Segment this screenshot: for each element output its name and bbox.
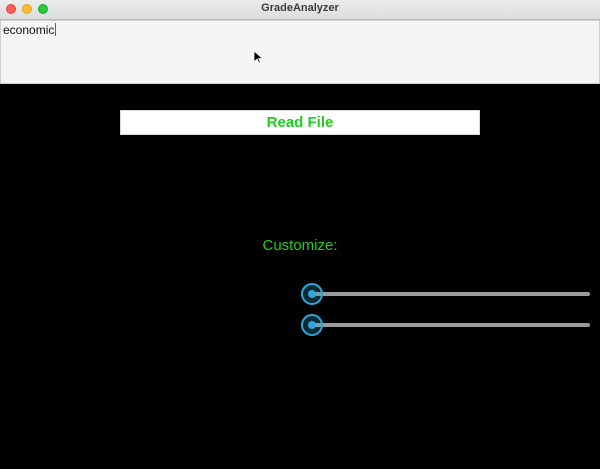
slider-1-track[interactable] [312, 292, 590, 296]
title-bar: GradeAnalyzer [0, 0, 600, 20]
text-input-value: economic [3, 23, 57, 37]
mouse-pointer-icon [253, 50, 264, 64]
text-input-area[interactable]: economic [0, 20, 600, 84]
read-file-button[interactable]: Read File [120, 110, 480, 135]
slider-2-thumb[interactable] [301, 314, 323, 336]
customize-label: Customize: [262, 237, 338, 254]
text-caret [55, 23, 57, 36]
slider-2[interactable] [300, 314, 590, 336]
window-title: GradeAnalyzer [261, 2, 339, 14]
slider-1-thumb[interactable] [301, 283, 323, 305]
slider-2-track[interactable] [312, 323, 590, 327]
slider-1[interactable] [300, 283, 590, 305]
